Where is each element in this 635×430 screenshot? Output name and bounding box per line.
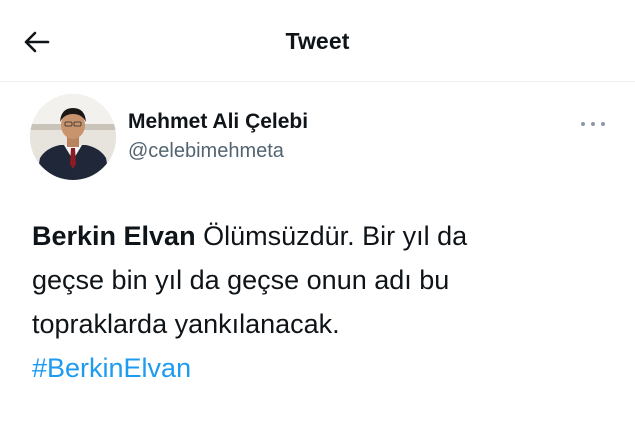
- mentioned-name: Berkin Elvan: [32, 221, 196, 251]
- tweet-line-1-rest: Ölümsüzdür. Bir yıl da: [195, 221, 468, 251]
- author-name[interactable]: Mehmet Ali Çelebi: [128, 110, 308, 134]
- tweet-line-3: topraklarda yankılanacak.: [32, 309, 340, 339]
- more-options-button[interactable]: [575, 112, 611, 136]
- tweet-page: Tweet Mehmet Ali Çelebi @celebimehmeta B…: [0, 0, 635, 430]
- hashtag-link[interactable]: #BerkinElvan: [32, 353, 191, 383]
- page-title: Tweet: [285, 28, 350, 54]
- more-dots-icon: [581, 122, 605, 126]
- top-bar: Tweet: [0, 0, 635, 82]
- tweet-text: Berkin Elvan Ölümsüzdür. Bir yıl da geçs…: [32, 214, 592, 390]
- profile-photo: [30, 94, 116, 180]
- avatar[interactable]: [30, 94, 116, 180]
- author-handle[interactable]: @celebimehmeta: [128, 140, 284, 163]
- tweet-line-4: #BerkinElvan: [32, 346, 592, 390]
- tweet-line-2: geçse bin yıl da geçse onun adı bu: [32, 265, 450, 295]
- tweet-line-1: Berkin Elvan Ölümsüzdür. Bir yıl da: [32, 214, 592, 258]
- tweet-author: Mehmet Ali Çelebi @celebimehmeta: [30, 94, 610, 184]
